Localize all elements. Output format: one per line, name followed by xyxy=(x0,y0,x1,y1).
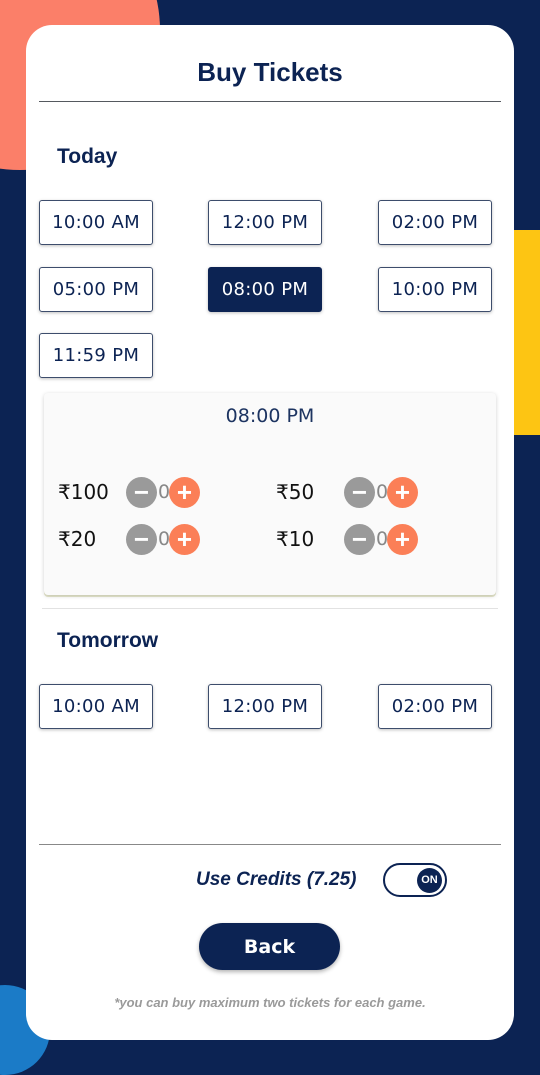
plus-circle-icon[interactable]: + xyxy=(387,476,418,508)
ticket-quantity: 0 xyxy=(376,481,389,503)
footer-divider xyxy=(39,844,501,845)
use-credits-label: Use Credits (7.25) xyxy=(196,869,357,890)
tomorrow-slot-0200pm[interactable]: 02:00 PM xyxy=(378,684,492,729)
tomorrow-slot-1000am[interactable]: 10:00 AM xyxy=(39,684,153,729)
toggle-knob: ON xyxy=(417,867,442,893)
quantity-stepper: − 0 + xyxy=(344,523,418,555)
tomorrow-slot-1200pm[interactable]: 12:00 PM xyxy=(208,684,322,729)
minus-circle-icon[interactable]: − xyxy=(126,523,157,555)
section-divider xyxy=(42,608,498,609)
section-label-today: Today xyxy=(57,145,118,168)
today-slot-1159pm[interactable]: 11:59 PM xyxy=(39,333,153,378)
selected-slot-time: 08:00 PM xyxy=(225,405,315,427)
today-slot-1000am[interactable]: 10:00 AM xyxy=(39,200,153,245)
ticket-price: ₹50 xyxy=(276,480,315,504)
page-title: Buy Tickets xyxy=(197,57,343,87)
today-slot-1200pm[interactable]: 12:00 PM xyxy=(208,200,322,245)
quantity-stepper: − 0 + xyxy=(126,476,200,508)
minus-circle-icon[interactable]: − xyxy=(126,476,157,508)
ticket-price: ₹10 xyxy=(276,527,315,551)
minus-circle-icon[interactable]: − xyxy=(344,523,375,555)
ticket-row-100: ₹100 − 0 + xyxy=(58,476,200,508)
today-slot-0200pm[interactable]: 02:00 PM xyxy=(378,200,492,245)
minus-circle-icon[interactable]: − xyxy=(344,476,375,508)
today-slot-0800pm-selected[interactable]: 08:00 PM xyxy=(208,267,322,312)
plus-circle-icon[interactable]: + xyxy=(169,523,200,555)
buy-tickets-card: Buy Tickets Today 10:00 AM 12:00 PM 02:0… xyxy=(26,25,514,1040)
ticket-quantity: 0 xyxy=(158,481,171,503)
title-divider xyxy=(39,101,501,102)
today-slot-1000pm[interactable]: 10:00 PM xyxy=(378,267,492,312)
today-slot-0500pm[interactable]: 05:00 PM xyxy=(39,267,153,312)
ticket-price: ₹20 xyxy=(58,527,97,551)
ticket-row-50: ₹50 − 0 + xyxy=(276,476,418,508)
ticket-row-20: ₹20 − 0 + xyxy=(58,523,200,555)
ticket-price: ₹100 xyxy=(58,480,109,504)
section-label-tomorrow: Tomorrow xyxy=(57,629,159,652)
ticket-quantity: 0 xyxy=(376,528,389,550)
purchase-limit-note: *you can buy maximum two tickets for eac… xyxy=(114,995,426,1010)
use-credits-toggle[interactable]: ON xyxy=(383,863,447,897)
ticket-quantity: 0 xyxy=(158,528,171,550)
quantity-stepper: − 0 + xyxy=(344,476,418,508)
use-credits-row: Use Credits (7.25) ON xyxy=(26,863,514,899)
decorative-yellow-bar xyxy=(514,230,540,435)
ticket-selection-panel: 08:00 PM ₹100 − 0 + ₹50 − 0 + ₹20 − 0 + xyxy=(44,393,496,595)
back-button[interactable]: Back xyxy=(199,923,340,970)
plus-circle-icon[interactable]: + xyxy=(387,523,418,555)
plus-circle-icon[interactable]: + xyxy=(169,476,200,508)
quantity-stepper: − 0 + xyxy=(126,523,200,555)
ticket-row-10: ₹10 − 0 + xyxy=(276,523,418,555)
